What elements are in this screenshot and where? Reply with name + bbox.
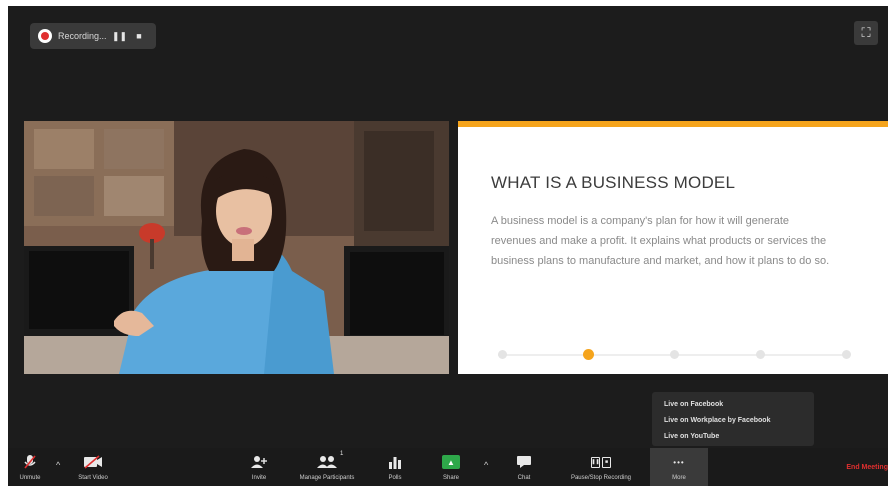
polls-icon (388, 453, 402, 471)
meeting-toolbar: Unmute ^ Start Video Invite Manage Parti… (8, 448, 888, 486)
share-label: Share (442, 475, 459, 481)
chevron-up-icon[interactable]: ^ (484, 460, 488, 470)
timeline-dot (498, 350, 507, 359)
recording-label: Recording... (58, 31, 106, 41)
timeline-dot-active (583, 349, 594, 360)
stop-icon: ■ (602, 456, 611, 468)
stop-icon[interactable]: ■ (132, 31, 146, 41)
unmute-label: Unmute (19, 475, 41, 481)
meeting-window: Recording... ❚❚ ■ ⛶ WHAT IS A BUSINESS M… (8, 6, 888, 486)
pause-stop-recording-button[interactable]: ❚❚ ■ Pause/Stop Recording (556, 448, 646, 486)
share-button[interactable]: ▲ Share (436, 448, 466, 486)
ellipsis-icon: ••• (673, 457, 685, 467)
manage-participants-button[interactable]: Manage Participants (284, 448, 370, 486)
unmute-button[interactable]: Unmute (10, 448, 50, 486)
share-screen-icon: ▲ (442, 453, 460, 471)
participant-video (24, 121, 449, 374)
start-video-label: Start Video (78, 475, 108, 481)
mic-muted-icon (24, 453, 36, 471)
pause-icon: ❚❚ (591, 456, 600, 468)
menu-item-live-facebook[interactable]: Live on Facebook (664, 397, 814, 413)
pause-stop-recording-label: Pause/Stop Recording (570, 475, 632, 481)
participant-count: 1 (340, 451, 344, 457)
manage-participants-label: Manage Participants (299, 475, 355, 481)
video-off-icon (83, 453, 103, 471)
chat-label: Chat (517, 475, 531, 481)
timeline-dot (842, 350, 851, 359)
invite-label: Invite (251, 475, 267, 481)
menu-item-live-youtube[interactable]: Live on YouTube (664, 429, 814, 445)
more-label: More (672, 475, 686, 481)
share-arrow-icon: ▲ (447, 457, 455, 467)
polls-button[interactable]: Polls (382, 448, 408, 486)
fullscreen-icon: ⛶ (861, 25, 871, 40)
more-icon: ••• (673, 453, 684, 471)
chat-button[interactable]: Chat (510, 448, 538, 486)
add-person-icon (250, 453, 268, 471)
participants-icon (316, 453, 338, 471)
timeline-dot (756, 350, 765, 359)
more-menu: Live on Facebook Live on Workplace by Fa… (652, 392, 814, 446)
slide-body: A business model is a company's plan for… (491, 215, 830, 267)
end-meeting-button[interactable]: End Meeting (846, 464, 888, 471)
more-button[interactable]: ••• More (660, 448, 698, 486)
chat-icon (516, 453, 532, 471)
menu-item-live-workplace[interactable]: Live on Workplace by Facebook (664, 413, 814, 429)
shared-slide: WHAT IS A BUSINESS MODEL A business mode… (458, 121, 888, 374)
polls-label: Polls (388, 475, 402, 481)
recording-dot-icon (38, 29, 52, 43)
recording-indicator: Recording... ❚❚ ■ (30, 23, 156, 49)
slide-title: WHAT IS A BUSINESS MODEL (491, 173, 736, 192)
invite-button[interactable]: Invite (244, 448, 274, 486)
recording-controls-icon: ❚❚ ■ (591, 453, 611, 471)
timeline-dot (670, 350, 679, 359)
video-frame-image (24, 121, 449, 374)
start-video-button[interactable]: Start Video (70, 448, 116, 486)
slide-timeline (498, 349, 851, 360)
chevron-up-icon[interactable]: ^ (56, 460, 60, 470)
pause-icon[interactable]: ❚❚ (112, 31, 127, 42)
fullscreen-button[interactable]: ⛶ (854, 21, 878, 45)
